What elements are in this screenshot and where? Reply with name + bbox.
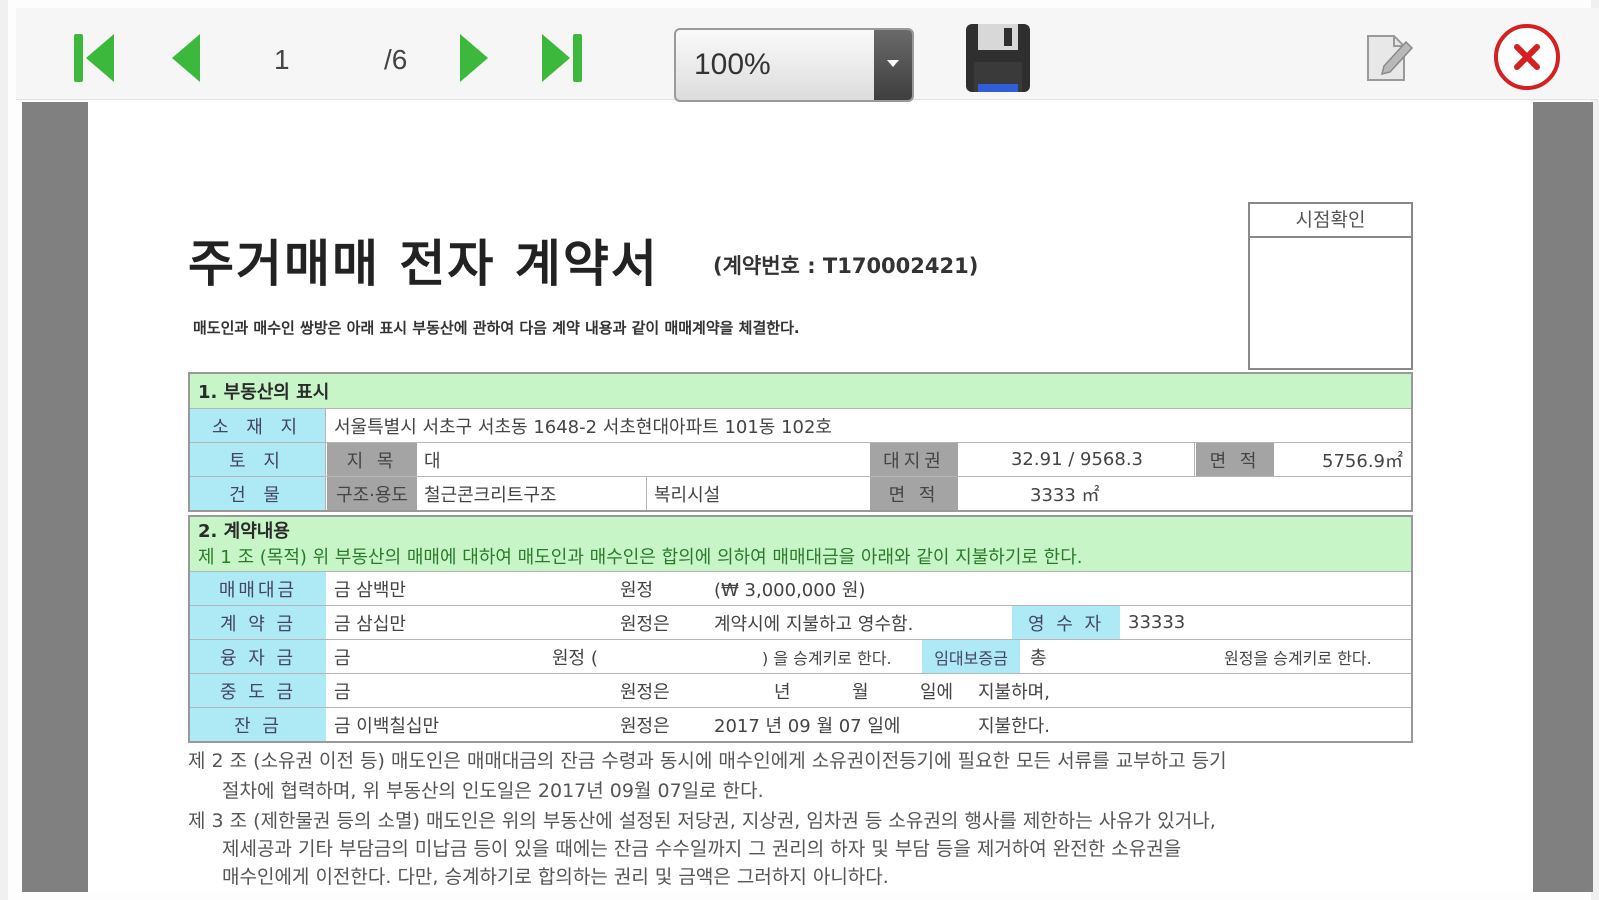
close-icon <box>1494 24 1560 90</box>
clause2-line1: 제 2 조 (소유권 이전 등) 매도인은 매매대금의 잔금 수령과 동시에 매… <box>188 750 1227 772</box>
current-page-input[interactable]: 1 <box>274 44 290 76</box>
middle-payment-month: 월 <box>852 681 869 703</box>
middle-payment-unit: 원정은 <box>620 681 670 703</box>
first-page-icon <box>74 34 114 82</box>
contract-number: (계약번호 : T170002421) <box>713 254 979 278</box>
save-button[interactable] <box>964 22 1032 94</box>
clause1-text: 제 1 조 (목적) 위 부동산의 매매에 대하여 매도인과 매수인은 합의에 … <box>190 543 1411 569</box>
document-viewport[interactable]: 주거매매 전자 계약서 (계약번호 : T170002421) 매도인과 매수인… <box>22 102 1593 892</box>
first-page-button[interactable] <box>70 30 122 86</box>
deposit-note: 계약시에 지불하고 영수함. <box>714 613 914 635</box>
clause3-line1: 제 3 조 (제한물권 등의 소멸) 매도인은 위의 부동산에 설정된 저당권,… <box>188 810 1216 832</box>
balance-label: 잔 금 <box>190 708 326 741</box>
land-right-label: 대지권 <box>870 443 958 476</box>
zoom-select[interactable]: 100% <box>674 28 914 102</box>
receiver-value: 33333 <box>1128 612 1186 633</box>
next-page-icon <box>460 34 488 82</box>
middle-payment-note: 지불하며, <box>978 681 1050 703</box>
middle-payment-day: 일에 <box>920 681 954 703</box>
loan-value: 금 <box>334 647 351 669</box>
total-pages-label: /6 <box>384 44 408 75</box>
table-row: 1. 부동산의 표시 <box>190 374 1411 408</box>
lease-deposit-value: 총 <box>1030 647 1047 669</box>
price-unit: 원정 <box>620 579 654 601</box>
table-row: 건 물 구조·용도 철근콘크리트구조 복리시설 면 적 3333 ㎡ <box>190 476 1411 510</box>
clause3-line2: 제세공과 기타 부담금의 미납금 등이 있을 때에는 잔금 수수일까지 그 권리… <box>222 838 1182 860</box>
clause3-line3: 매수인에게 이전한다. 다만, 승계하기로 합의하는 권리 및 금액은 그러하지… <box>222 866 889 888</box>
pdf-viewer-window: 1 /6 100% 주거매매 전자 계약서 (계약번호: T170002421… <box>0 0 1599 900</box>
prev-page-button[interactable] <box>162 30 214 86</box>
loan-label: 융 자 금 <box>190 640 326 673</box>
table-row: 융 자 금 금 원정 ( ) 을 승계키로 한다. 임대보증금 총 원정을 승계… <box>190 639 1411 673</box>
document-page: 주거매매 전자 계약서 (계약번호 : T170002421) 매도인과 매수인… <box>88 102 1533 892</box>
contract-terms-table: 2. 계약내용 제 1 조 (목적) 위 부동산의 매매에 대하여 매도인과 매… <box>188 515 1413 743</box>
viewer-toolbar: 1 /6 100% <box>16 8 1599 102</box>
deposit-value: 금 삼십만 <box>334 613 406 635</box>
building-area-label: 면 적 <box>870 477 958 510</box>
structure-label: 구조·용도 <box>327 477 417 510</box>
land-area-value: 5756.9㎡ <box>1322 450 1403 472</box>
section2-heading: 2. 계약내용 <box>190 517 1411 543</box>
building-label: 건 물 <box>190 477 326 510</box>
table-row: 소 재 지 서울특별시 서초구 서초동 1648-2 서초현대아파트 101동 … <box>190 408 1411 442</box>
land-right-value: 32.91 / 9568.3 <box>1010 449 1144 470</box>
loan-note: ) 을 승계키로 한다. <box>762 648 892 668</box>
chevron-down-icon[interactable] <box>874 30 912 100</box>
prev-page-icon <box>172 34 200 82</box>
section1-heading: 1. 부동산의 표시 <box>190 374 1411 408</box>
middle-payment-value: 금 <box>334 681 351 703</box>
table-row: 잔 금 금 이백칠십만 원정은 2017 년 09 월 07 일에 지불한다. <box>190 707 1411 741</box>
edit-document-button[interactable] <box>1362 30 1416 86</box>
timestamp-box: 시점확인 <box>1248 202 1413 370</box>
edit-document-icon <box>1367 35 1414 81</box>
balance-value: 금 이백칠십만 <box>334 715 440 737</box>
table-row: 토 지 지 목 대 대지권 32.91 / 9568.3 면 적 5756.9㎡ <box>190 442 1411 476</box>
deposit-unit: 원정은 <box>620 613 670 635</box>
table-row: 2. 계약내용 제 1 조 (목적) 위 부동산의 매매에 대하여 매도인과 매… <box>190 517 1411 571</box>
land-area-label: 면 적 <box>1196 443 1274 476</box>
close-button[interactable] <box>1492 22 1562 92</box>
last-page-icon <box>542 34 582 82</box>
use-value: 복리시설 <box>654 484 721 506</box>
timestamp-label: 시점확인 <box>1250 204 1411 238</box>
clause2-line2: 절차에 협력하며, 위 부동산의 인도일은 2017년 09월 07일로 한다. <box>222 780 764 802</box>
balance-note: 지불한다. <box>978 715 1050 737</box>
land-label: 토 지 <box>190 443 326 476</box>
land-category-label: 지 목 <box>327 443 417 476</box>
property-table: 1. 부동산의 표시 소 재 지 서울특별시 서초구 서초동 1648-2 서초… <box>188 372 1413 512</box>
last-page-button[interactable] <box>536 30 588 86</box>
middle-payment-label: 중 도 금 <box>190 674 326 707</box>
document-title: 주거매매 전자 계약서 <box>188 235 659 293</box>
next-page-button[interactable] <box>448 30 500 86</box>
loan-unit: 원정 ( <box>552 647 598 669</box>
zoom-value: 100% <box>694 48 771 81</box>
location-label: 소 재 지 <box>190 409 326 442</box>
building-area-value: 3333 ㎡ <box>1030 484 1100 506</box>
floppy-disk-icon <box>966 24 1030 92</box>
table-row: 매매대금 금 삼백만 원정 (₩ 3,000,000 원) <box>190 571 1411 605</box>
intro-text: 매도인과 매수인 쌍방은 아래 표시 부동산에 관하여 다음 계약 내용과 같이… <box>193 319 800 337</box>
table-row: 중 도 금 금 원정은 년 월 일에 지불하며, <box>190 673 1411 707</box>
balance-date: 2017 년 09 월 07 일에 <box>714 715 901 737</box>
lease-deposit-note: 원정을 승계키로 한다. <box>1224 648 1372 668</box>
middle-payment-year: 년 <box>774 681 791 703</box>
land-category-value: 대 <box>424 450 441 472</box>
balance-unit: 원정은 <box>620 715 670 737</box>
location-value: 서울특별시 서초구 서초동 1648-2 서초현대아파트 101동 102호 <box>334 416 832 438</box>
price-value: 금 삼백만 <box>334 579 406 601</box>
deposit-label: 계 약 금 <box>190 606 326 639</box>
table-row: 계 약 금 금 삼십만 원정은 계약시에 지불하고 영수함. 영 수 자 333… <box>190 605 1411 639</box>
price-won: (₩ 3,000,000 원) <box>714 579 866 601</box>
structure-value: 철근콘크리트구조 <box>424 484 557 506</box>
receiver-label: 영 수 자 <box>1012 606 1120 639</box>
price-label: 매매대금 <box>190 572 326 605</box>
lease-deposit-label: 임대보증금 <box>922 640 1020 673</box>
